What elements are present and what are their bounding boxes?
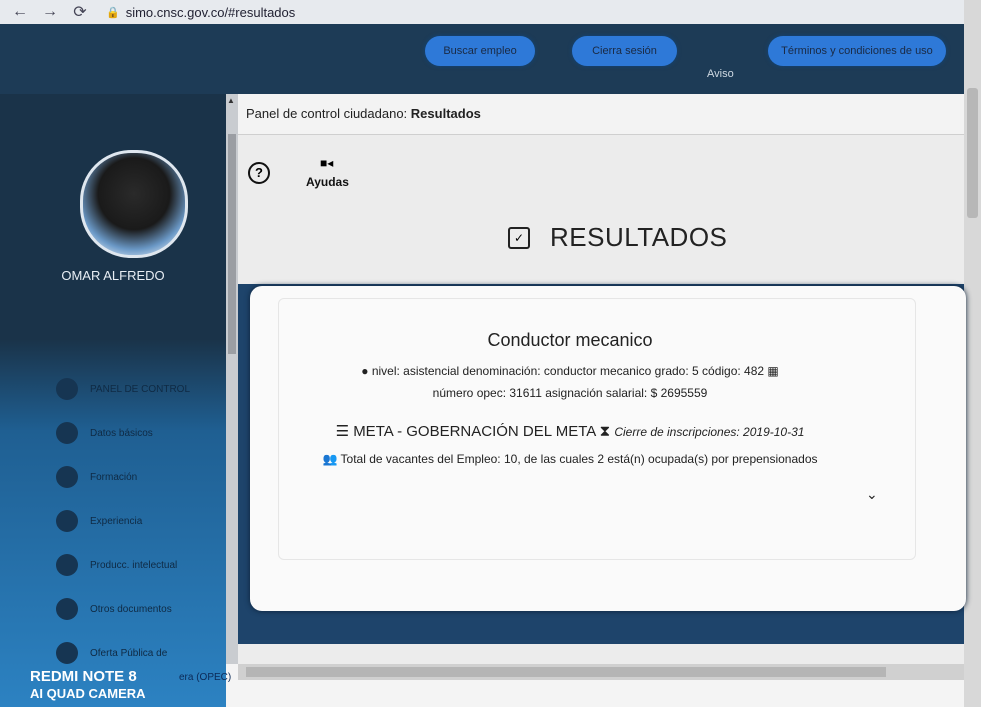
sidebar-item-documentos[interactable]: Otros documentos — [56, 596, 172, 622]
calendar-check-icon: ✓ — [508, 226, 530, 249]
sidebar-item-label: Formación — [90, 471, 138, 483]
sidebar-opec-link[interactable]: era (OPEC) — [179, 672, 231, 683]
chevron-down-icon[interactable]: ⌄ — [866, 486, 878, 503]
browser-address-bar: ← → ⟳ 🔒 simo.cnsc.gov.co/#resultados — [0, 0, 981, 24]
job-cierre: Cierre de inscripciones: 2019-10-31 — [614, 425, 805, 439]
horizontal-scroll-thumb[interactable] — [246, 667, 886, 677]
terminos-button[interactable]: Términos y condiciones de uso — [768, 36, 946, 66]
sidebar-item-label: Experiencia — [90, 515, 143, 527]
list-icon: ☰ — [335, 423, 354, 440]
briefcase-icon — [56, 510, 78, 532]
lock-icon: 🔒 — [106, 6, 120, 19]
job-entity: META - GOBERNACIÓN DEL META — [353, 423, 596, 440]
main-content: Panel de control ciudadano: Resultados ?… — [238, 94, 966, 664]
globe-icon: ● — [361, 364, 372, 378]
book-icon — [56, 554, 78, 576]
job-details-text1: nivel: asistencial denominación: conduct… — [371, 364, 765, 378]
panel-title: Resultados — [410, 106, 481, 121]
sidebar-scrollbar[interactable]: ▲ — [226, 94, 238, 664]
camera-watermark: REDMI NOTE 8 AI QUAD CAMERA — [30, 668, 146, 702]
sidebar-item-formacion[interactable]: Formación — [56, 464, 137, 490]
job-vacantes-line: 👥 Total de vacantes del Empleo: 10, de l… — [250, 452, 890, 466]
dashboard-icon — [56, 378, 78, 400]
sidebar-item-label: Datos básicos — [90, 427, 153, 439]
back-icon[interactable]: ← — [10, 3, 30, 21]
sidebar-item-datos[interactable]: Datos básicos — [56, 420, 153, 446]
hourglass-icon: ⧗ — [599, 423, 615, 440]
sidebar: OMAR ALFREDO PANEL DE CONTROL Datos bási… — [0, 94, 226, 707]
user-icon — [56, 422, 78, 444]
users-icon: 👥 — [322, 452, 341, 466]
sidebar-item-label: Otros documentos — [90, 603, 172, 615]
job-title: Conductor mecanico — [487, 330, 653, 350]
sidebar-item-oferta[interactable]: Oferta Pública de — [56, 640, 167, 666]
sidebar-item-experiencia[interactable]: Experiencia — [56, 508, 142, 534]
search-icon — [56, 642, 78, 664]
video-icon[interactable]: ■◂ — [320, 156, 333, 170]
job-details-line2: número opec: 31611 asignación salarial: … — [432, 386, 708, 400]
top-navigation: Buscar empleo Cierra sesión Aviso Términ… — [0, 24, 964, 94]
job-entity-line: ☰ META - GOBERNACIÓN DEL META ⧗ Cierre d… — [250, 422, 890, 440]
results-heading: ✓ RESULTADOS — [508, 222, 727, 253]
sidebar-item-produccion[interactable]: Producc. intelectual — [56, 552, 177, 578]
url-text[interactable]: simo.cnsc.gov.co/#resultados — [126, 5, 296, 20]
aviso-link[interactable]: Aviso — [707, 68, 734, 80]
sidebar-item-label: Producc. intelectual — [90, 559, 178, 571]
sidebar-item-panel[interactable]: PANEL DE CONTROL — [56, 376, 190, 402]
scroll-up-icon[interactable]: ▲ — [227, 96, 235, 105]
panel-prefix: Panel de control ciudadano: — [246, 106, 411, 121]
results-title: RESULTADOS — [550, 222, 728, 252]
job-vacantes: Total de vacantes del Empleo: 10, de las… — [340, 452, 818, 466]
reload-icon[interactable]: ⟳ — [70, 2, 90, 22]
sidebar-item-label: Oferta Pública de — [90, 647, 168, 659]
forward-icon[interactable]: → — [40, 3, 60, 21]
page-scroll-thumb[interactable] — [967, 88, 978, 218]
graduation-icon — [56, 466, 78, 488]
job-details-line1: ● nivel: asistencial denominación: condu… — [250, 364, 890, 378]
document-icon — [56, 598, 78, 620]
sidebar-scroll-thumb[interactable] — [228, 134, 236, 354]
job-card: Conductor mecanico ● nivel: asistencial … — [250, 286, 966, 611]
cierra-sesion-button[interactable]: Cierra sesión — [572, 36, 677, 66]
page-title: Panel de control ciudadano: Resultados — [246, 106, 481, 121]
avatar — [80, 150, 188, 258]
panel-header: Panel de control ciudadano: Resultados — [238, 94, 964, 135]
buscar-empleo-button[interactable]: Buscar empleo — [425, 36, 535, 66]
watermark-line2: AI QUAD CAMERA — [30, 686, 146, 701]
barcode-icon: ▦ — [764, 364, 779, 378]
watermark-line1: REDMI NOTE 8 — [30, 668, 137, 685]
ayudas-link[interactable]: Ayudas — [306, 175, 349, 189]
question-icon[interactable]: ? — [248, 162, 270, 184]
page-scrollbar[interactable] — [964, 0, 981, 707]
sidebar-item-label: PANEL DE CONTROL — [90, 383, 191, 395]
user-name: OMAR ALFREDO — [61, 268, 165, 283]
horizontal-scrollbar[interactable] — [238, 664, 964, 680]
